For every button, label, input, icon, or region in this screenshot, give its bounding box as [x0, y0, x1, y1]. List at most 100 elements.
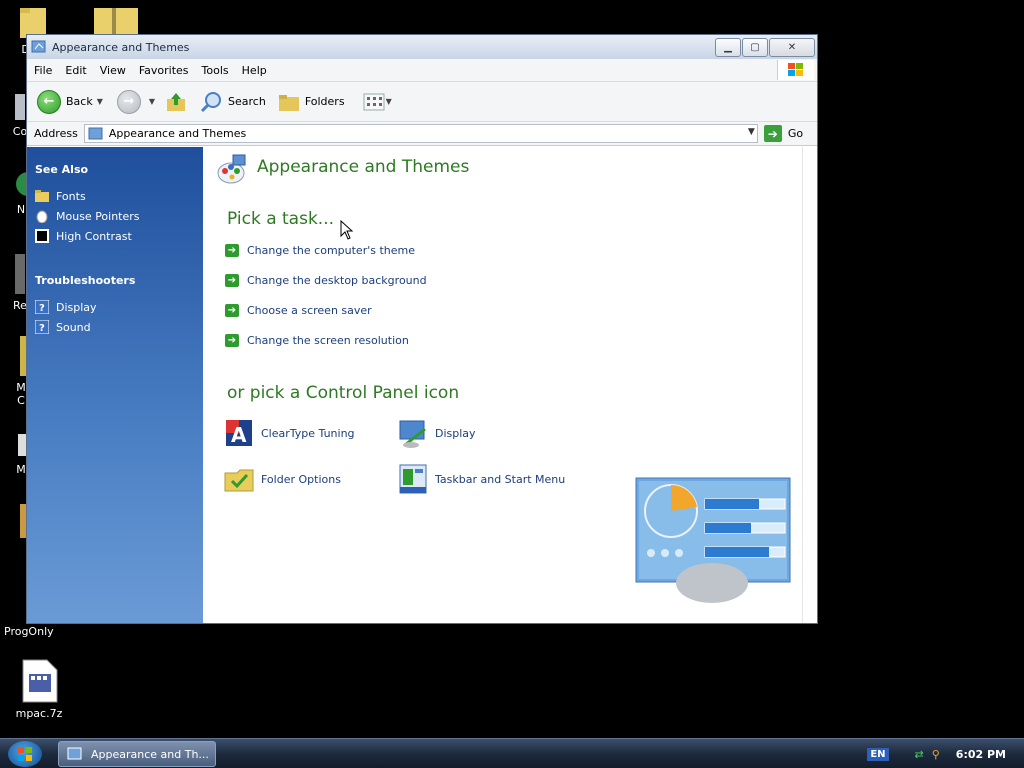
folders-label: Folders	[304, 95, 345, 108]
see-also-fonts[interactable]: Fonts	[35, 189, 86, 203]
task-label: Change the screen resolution	[247, 334, 409, 347]
fonts-folder-icon	[35, 190, 49, 202]
window-title: Appearance and Themes	[52, 40, 190, 54]
taskbar-window-button[interactable]: Appearance and Th...	[58, 741, 216, 767]
task-label: Choose a screen saver	[247, 304, 372, 317]
taskbar-window-label: Appearance and Th...	[91, 747, 209, 761]
up-folder-icon	[167, 92, 186, 111]
svg-text:?: ?	[39, 303, 45, 314]
control-panel-icon-heading: or pick a Control Panel icon	[227, 383, 460, 403]
minimize-icon: ▁	[724, 41, 732, 53]
see-also-label: High Contrast	[56, 229, 132, 243]
computer-icon	[15, 94, 25, 120]
address-value: Appearance and Themes	[108, 127, 247, 140]
control-panel-icon	[88, 127, 103, 139]
windows-logo-icon	[18, 747, 32, 761]
cp-label: Taskbar and Start Menu	[435, 472, 566, 486]
menu-edit[interactable]: Edit	[58, 64, 92, 77]
views-dropdown-icon: ▼	[385, 97, 392, 106]
go-label: Go	[787, 127, 804, 140]
display-icon	[397, 417, 429, 449]
desktop-icon-zip-folder[interactable]	[92, 4, 140, 37]
task-label: Change the desktop background	[247, 274, 427, 287]
control-panel-window[interactable]: Appearance and Themes ▁ ▢ ✕ File Edit Vi…	[26, 34, 818, 624]
address-dropdown-icon[interactable]: ▼	[748, 127, 755, 137]
forward-button[interactable]: → ▼	[116, 89, 155, 114]
cp-label: ClearType Tuning	[261, 426, 355, 440]
desktop-icon-mpac[interactable]: mpac.7z	[14, 658, 64, 720]
troubleshooter-sound[interactable]: ? Sound	[35, 320, 91, 334]
see-also-mouse-pointers[interactable]: Mouse Pointers	[35, 209, 140, 223]
up-folder-button[interactable]	[165, 91, 187, 113]
search-button[interactable]: Search	[199, 91, 266, 113]
mouse-cursor-icon	[340, 220, 354, 240]
mouse-icon	[36, 210, 48, 223]
system-tray: EN ⇄ ⚲ 6:02 PM	[867, 739, 1024, 768]
back-dropdown-icon[interactable]: ▼	[97, 97, 103, 106]
task-screen-resolution[interactable]: ➔ Change the screen resolution	[225, 334, 409, 347]
go-arrow-icon: ➔	[763, 125, 782, 142]
task-arrow-icon: ➔	[225, 244, 239, 257]
appearance-themes-icon	[217, 154, 246, 184]
svg-text:A: A	[231, 423, 247, 447]
help-icon: ?	[35, 320, 49, 334]
address-label: Address	[34, 127, 78, 140]
troubleshooters-heading: Troubleshooters	[35, 274, 136, 287]
cp-cleartype-tuning[interactable]: A ClearType Tuning	[223, 417, 355, 449]
address-bar: Address Appearance and Themes ▼ ➔ Go	[27, 122, 817, 146]
search-tray-icon[interactable]: ⚲	[932, 748, 940, 761]
menu-tools[interactable]: Tools	[195, 64, 235, 77]
folder-options-icon	[223, 463, 255, 495]
page-title: Appearance and Themes	[257, 157, 470, 177]
search-icon	[200, 91, 222, 112]
address-input[interactable]: Appearance and Themes ▼	[83, 124, 758, 143]
maximize-button[interactable]: ▢	[742, 37, 768, 57]
folders-button[interactable]: Folders	[278, 92, 345, 112]
folders-icon	[278, 94, 299, 111]
archive-file-icon	[22, 659, 58, 703]
high-contrast-icon	[35, 229, 49, 243]
see-also-heading: See Also	[35, 163, 89, 176]
see-also-label: Mouse Pointers	[56, 209, 140, 223]
cp-taskbar-start-menu[interactable]: Taskbar and Start Menu	[397, 463, 565, 495]
menu-file[interactable]: File	[27, 64, 58, 77]
windows-logo-icon	[777, 60, 814, 80]
task-label: Change the computer's theme	[247, 244, 415, 257]
clock[interactable]: 6:02 PM	[956, 748, 1006, 761]
task-change-theme[interactable]: ➔ Change the computer's theme	[225, 244, 415, 257]
content-scrollbar[interactable]	[802, 147, 817, 623]
control-panel-icon	[67, 747, 82, 760]
recycle-bin-icon	[15, 254, 25, 294]
help-icon: ?	[35, 300, 49, 314]
task-change-background[interactable]: ➔ Change the desktop background	[225, 274, 427, 287]
views-icon	[363, 93, 385, 110]
cleartype-icon: A	[223, 417, 255, 449]
see-also-label: Fonts	[56, 189, 86, 203]
menu-favorites[interactable]: Favorites	[132, 64, 195, 77]
back-arrow-icon: ←	[37, 89, 61, 114]
task-screen-saver[interactable]: ➔ Choose a screen saver	[225, 304, 372, 317]
window-titlebar[interactable]: Appearance and Themes ▁ ▢ ✕	[27, 35, 817, 59]
content-pane: Appearance and Themes Pick a task... ➔ C…	[203, 147, 793, 623]
troubleshooter-label: Display	[56, 300, 97, 314]
forward-arrow-icon: →	[116, 89, 141, 114]
menu-view[interactable]: View	[93, 64, 132, 77]
forward-dropdown-icon[interactable]: ▼	[149, 97, 155, 106]
desktop-icon-label: mpac.7z	[15, 707, 63, 720]
close-icon: ✕	[787, 41, 797, 53]
start-button[interactable]	[8, 741, 42, 767]
language-indicator[interactable]: EN	[867, 747, 889, 761]
go-button[interactable]: ➔ Go	[763, 125, 804, 142]
views-button[interactable]: ▼	[363, 93, 392, 111]
troubleshooter-display[interactable]: ? Display	[35, 300, 97, 314]
cp-folder-options[interactable]: Folder Options	[223, 463, 341, 495]
minimize-button[interactable]: ▁	[715, 37, 741, 57]
cp-display[interactable]: Display	[397, 417, 476, 449]
toolbar: ← Back ▼ → ▼ Search Folders ▼	[27, 82, 817, 122]
menu-help[interactable]: Help	[235, 64, 273, 77]
close-button[interactable]: ✕	[769, 37, 815, 57]
network-icon[interactable]: ⇄	[915, 748, 924, 761]
task-pane: See Also Fonts Mouse Pointers High Contr…	[27, 147, 203, 623]
back-button[interactable]: ← Back ▼	[37, 89, 103, 114]
see-also-high-contrast[interactable]: High Contrast	[35, 229, 132, 243]
